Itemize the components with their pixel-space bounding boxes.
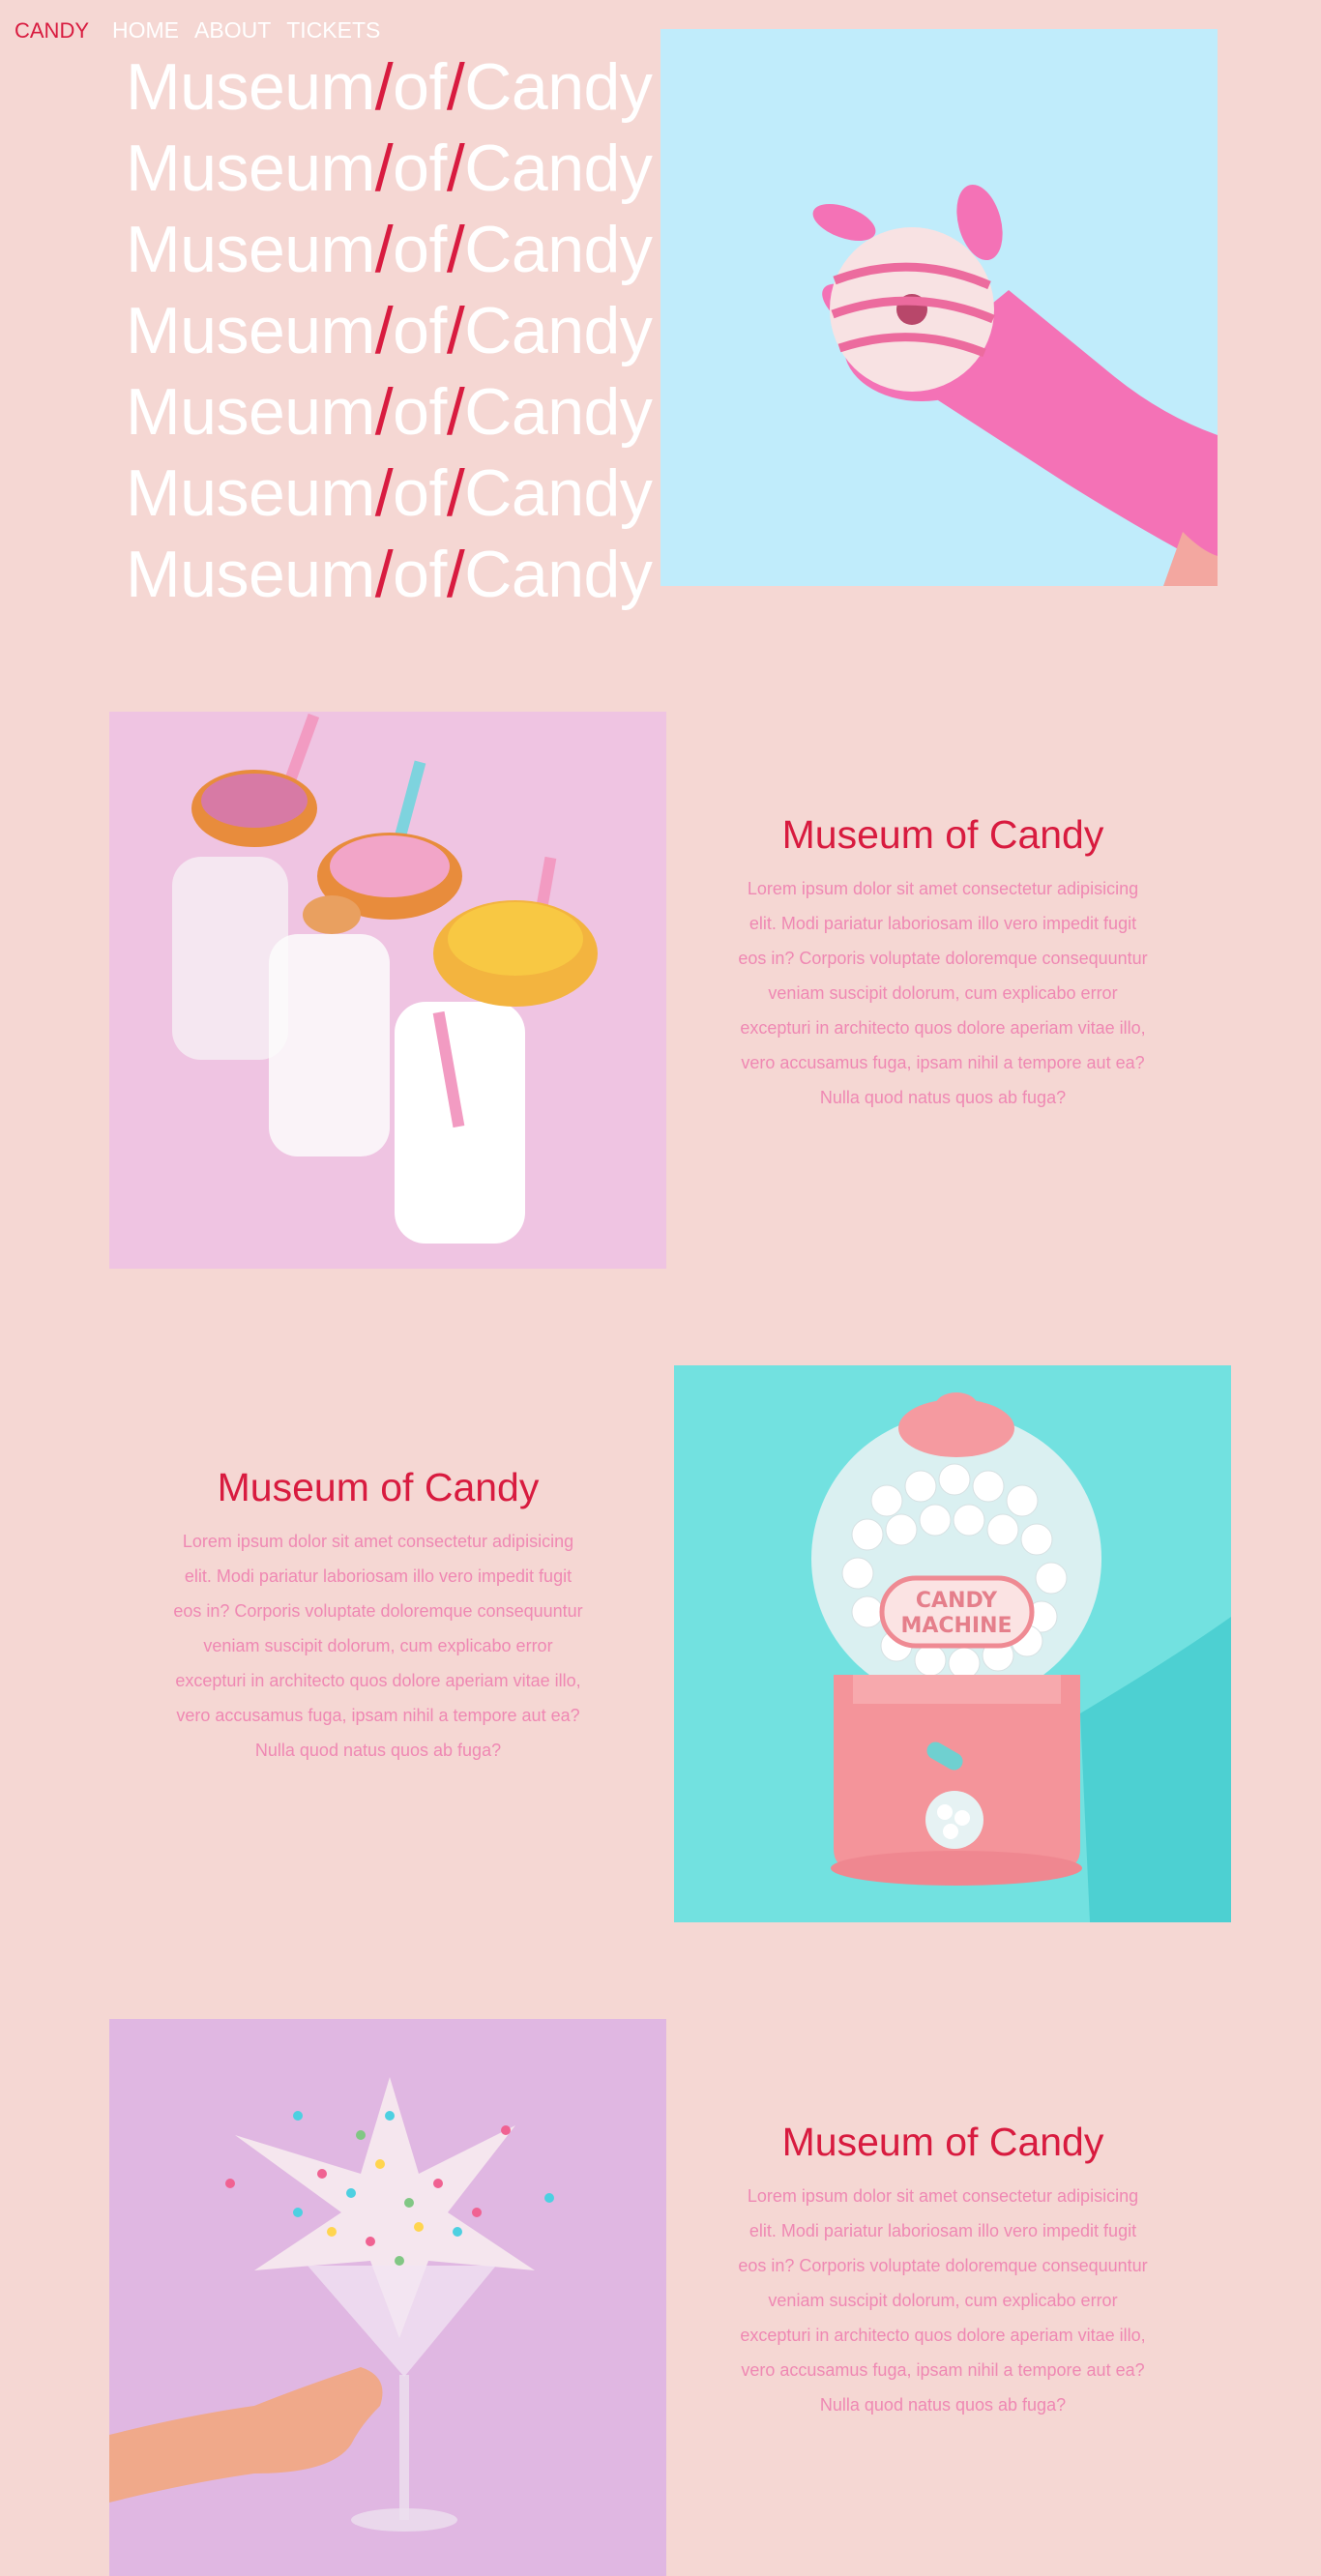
title-word: Candy <box>464 538 653 611</box>
section-3-text: Museum of Candy Lorem ipsum dolor sit am… <box>735 2120 1151 2422</box>
hero-title: Museum/of/Candy Museum/of/Candy Museum/of/… <box>126 46 653 615</box>
hero-title-line: Museum/of/Candy <box>126 209 653 290</box>
title-word: of <box>393 456 447 530</box>
title-slash: / <box>446 50 465 124</box>
title-word: Museum <box>126 50 375 124</box>
sprinkles-glass-image <box>109 2019 666 2576</box>
title-slash: / <box>374 213 394 286</box>
title-word: Candy <box>464 375 653 449</box>
title-word: Candy <box>464 50 653 124</box>
machine-label-line-2: MACHINE <box>900 1614 1012 1638</box>
title-word: Museum <box>126 213 375 286</box>
title-word: Museum <box>126 375 375 449</box>
title-slash: / <box>374 294 394 367</box>
title-word: Candy <box>464 456 653 530</box>
section-2-text: Museum of Candy Lorem ipsum dolor sit am… <box>170 1465 586 1768</box>
top-nav: CANDY HOME ABOUT TICKETS <box>15 17 396 44</box>
title-word: Museum <box>126 132 375 205</box>
title-slash: / <box>374 456 394 530</box>
nav-link-about[interactable]: ABOUT <box>194 17 271 44</box>
title-word: Candy <box>464 294 653 367</box>
title-word: Museum <box>126 294 375 367</box>
hero-title-line: Museum/of/Candy <box>126 128 653 209</box>
title-slash: / <box>446 375 465 449</box>
title-slash: / <box>374 375 394 449</box>
section-2-body: Lorem ipsum dolor sit amet consectetur a… <box>173 1532 583 1760</box>
title-word: Museum <box>126 456 375 530</box>
hero-title-line: Museum/of/Candy <box>126 290 653 371</box>
title-slash: / <box>446 294 465 367</box>
nav-link-home[interactable]: HOME <box>112 17 179 44</box>
brand-logo[interactable]: CANDY <box>15 18 89 44</box>
title-word: of <box>393 132 447 205</box>
hero-title-line: Museum/of/Candy <box>126 453 653 534</box>
section-1-text: Museum of Candy Lorem ipsum dolor sit am… <box>735 812 1151 1115</box>
title-slash: / <box>374 538 394 611</box>
hero-title-line: Museum/of/Candy <box>126 371 653 453</box>
section-2-title: Museum of Candy <box>217 1465 540 1509</box>
title-slash: / <box>446 456 465 530</box>
machine-label-line-1: CANDY <box>916 1589 998 1613</box>
title-word: Museum <box>126 538 375 611</box>
title-word: of <box>393 294 447 367</box>
hero-title-line: Museum/of/Candy <box>126 534 653 615</box>
hero-title-line: Museum/of/Candy <box>126 46 653 128</box>
hero-image <box>660 29 1218 586</box>
title-word: Candy <box>464 213 653 286</box>
section-3-title: Museum of Candy <box>781 2120 1104 2164</box>
gumball-machine-image: CANDY MACHINE <box>674 1365 1231 1922</box>
title-slash: / <box>446 213 465 286</box>
title-word: Candy <box>464 132 653 205</box>
title-slash: / <box>374 132 394 205</box>
title-slash: / <box>374 50 394 124</box>
donut-milk-image <box>109 712 666 1269</box>
title-slash: / <box>446 538 465 611</box>
title-word: of <box>393 375 447 449</box>
title-word: of <box>393 50 447 124</box>
title-word: of <box>393 538 447 611</box>
section-3-body: Lorem ipsum dolor sit amet consectetur a… <box>738 2186 1148 2415</box>
section-1-body: Lorem ipsum dolor sit amet consectetur a… <box>738 879 1148 1107</box>
nav-link-tickets[interactable]: TICKETS <box>286 17 380 44</box>
title-slash: / <box>446 132 465 205</box>
title-word: of <box>393 213 447 286</box>
section-1-title: Museum of Candy <box>781 812 1104 857</box>
